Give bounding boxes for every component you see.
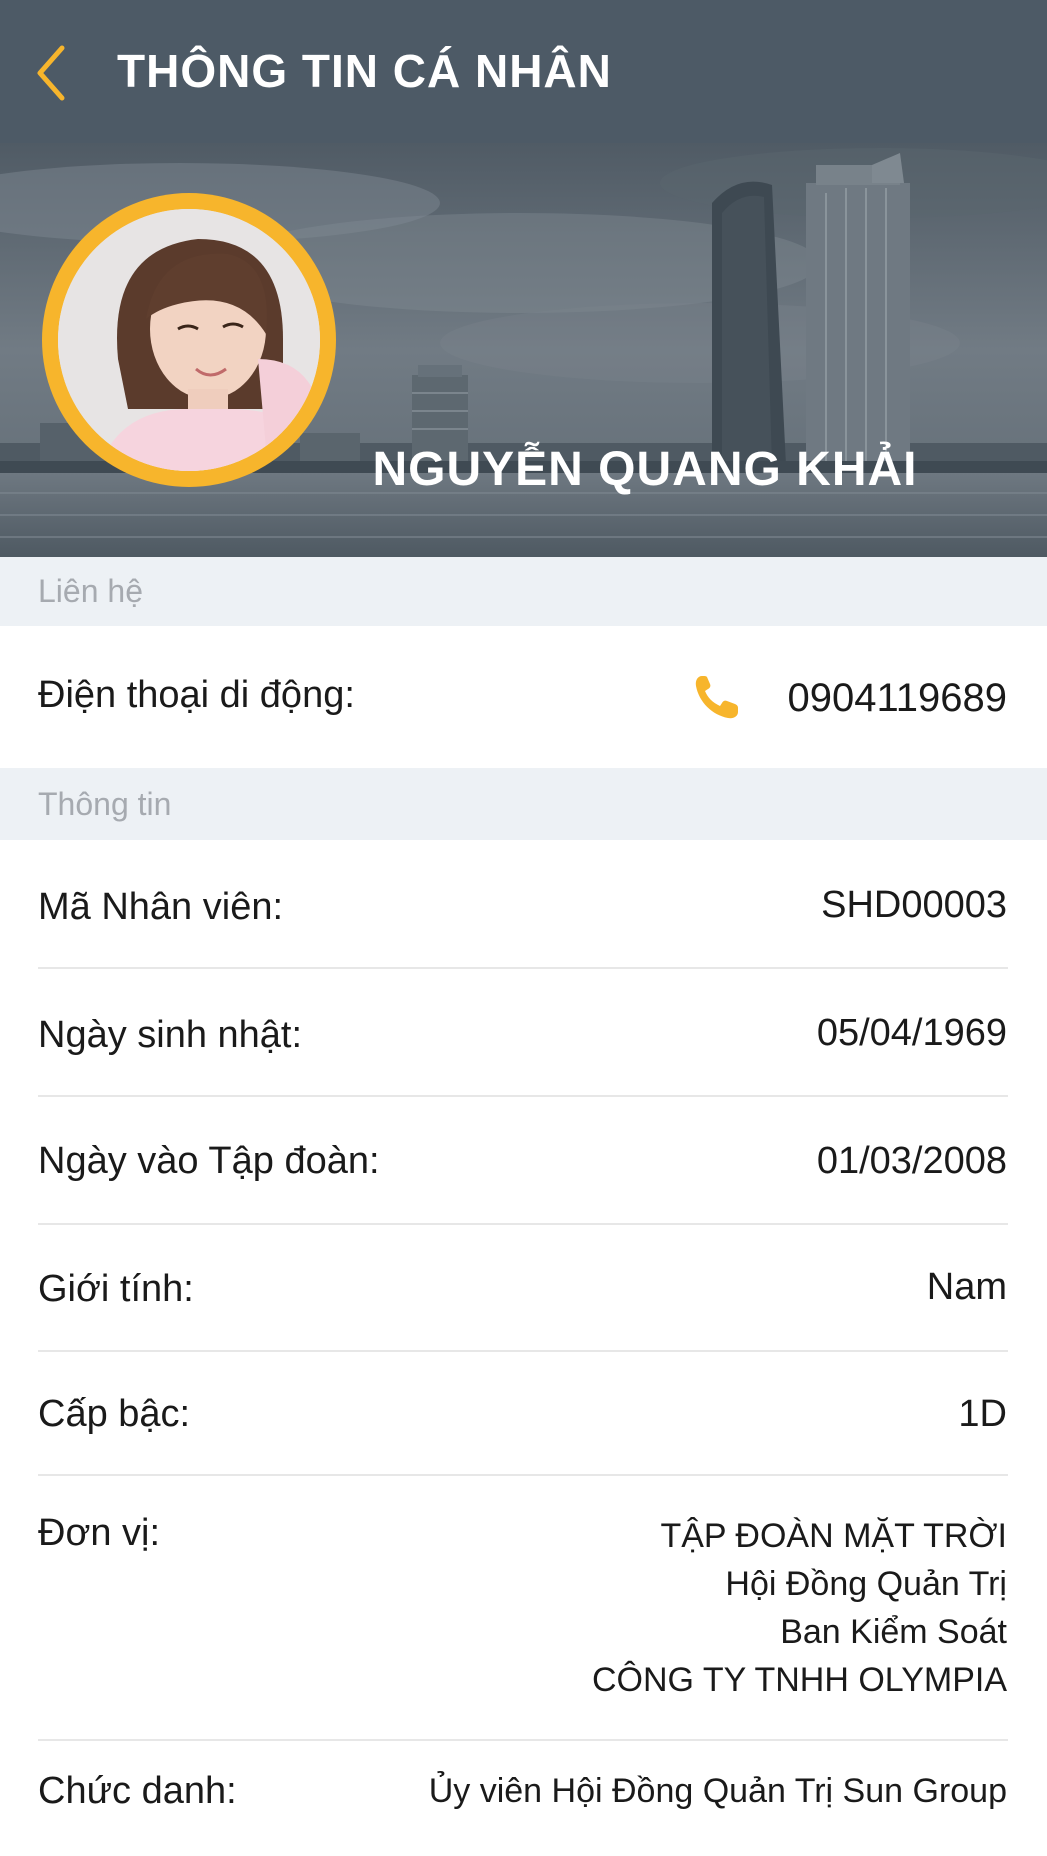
call-button[interactable] [692, 672, 742, 722]
employee-id-value: SHD00003 [821, 884, 1007, 926]
top-bar: THÔNG TIN CÁ NHÂN [0, 0, 1047, 143]
chevron-left-icon [37, 45, 65, 101]
phone-value[interactable]: 0904119689 [788, 676, 1008, 721]
unit-value-line: TẬP ĐOÀN MẶT TRỜI [660, 1517, 1007, 1555]
unit-value-list: TẬP ĐOÀN MẶT TRỜI Hội Đồng Quản Trị Ban … [592, 1512, 1007, 1704]
back-button[interactable] [30, 40, 80, 106]
unit-value-line: Hội Đồng Quản Trị [725, 1565, 1007, 1603]
employee-id-label: Mã Nhân viên: [38, 886, 284, 928]
gender-label: Giới tính: [38, 1268, 194, 1310]
unit-label: Đơn vị: [38, 1512, 161, 1554]
row-divider [38, 967, 1008, 969]
row-divider [38, 1095, 1008, 1097]
rank-value: 1D [958, 1393, 1007, 1435]
gender-value: Nam [926, 1266, 1007, 1308]
job-title-label: Chức danh: [38, 1770, 237, 1812]
join-date-value: 01/03/2008 [816, 1140, 1007, 1182]
row-divider [38, 1223, 1008, 1225]
rank-label: Cấp bậc: [38, 1393, 191, 1435]
join-date-label: Ngày vào Tập đoàn: [38, 1140, 380, 1182]
avatar-photo [58, 209, 320, 471]
row-divider [38, 1739, 1008, 1741]
unit-value-line: CÔNG TY TNHH OLYMPIA [591, 1661, 1007, 1699]
page-title: THÔNG TIN CÁ NHÂN [117, 45, 612, 97]
unit-value-line: Ban Kiểm Soát [780, 1613, 1007, 1651]
birthday-value: 05/04/1969 [816, 1012, 1007, 1054]
avatar[interactable] [58, 209, 320, 471]
row-divider [38, 1474, 1008, 1476]
section-title-info: Thông tin [38, 786, 172, 822]
row-divider [38, 1350, 1008, 1352]
section-header-info: Thông tin [0, 768, 1047, 840]
phone-label: Điện thoại di động: [38, 674, 355, 716]
section-title-contact: Liên hệ [38, 573, 143, 609]
section-header-contact: Liên hệ [0, 557, 1047, 626]
phone-icon [695, 676, 738, 719]
birthday-label: Ngày sinh nhật: [38, 1014, 303, 1056]
profile-name: NGUYỄN QUANG KHẢI [372, 443, 918, 496]
job-title-value: Ủy viên Hội Đồng Quản Trị Sun Group [428, 1772, 1007, 1810]
